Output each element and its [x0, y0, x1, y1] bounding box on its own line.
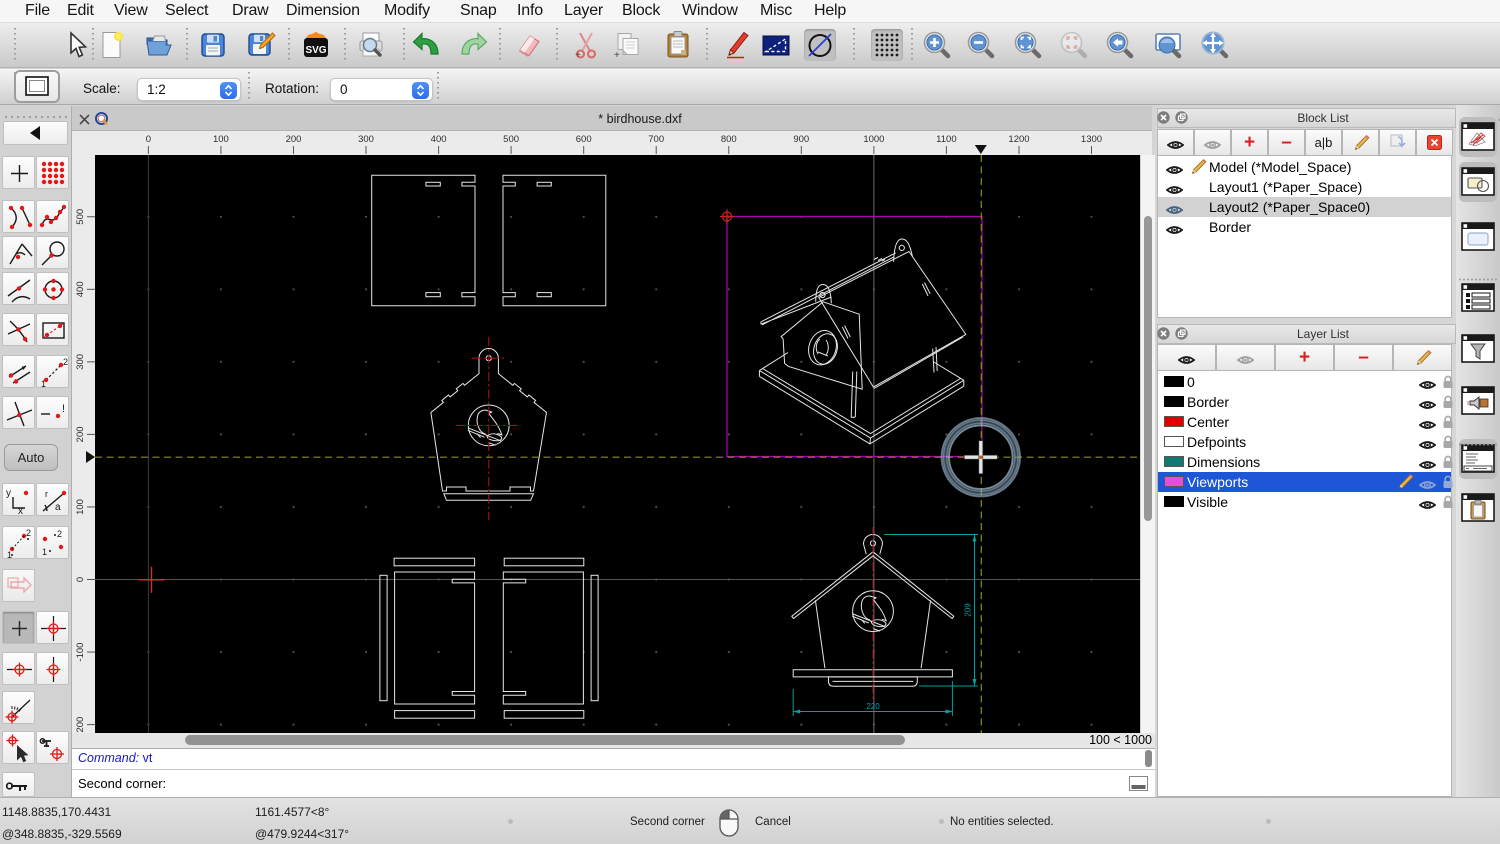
svg-text:1: 1	[42, 547, 47, 557]
svg-text:-100: -100	[75, 643, 86, 662]
svg-text:1: 1	[41, 379, 46, 389]
svg-text:400: 400	[75, 281, 86, 297]
svg-text:1300: 1300	[1081, 134, 1102, 145]
svg-text:2: 2	[57, 529, 62, 539]
svg-text:!: !	[62, 403, 65, 415]
svg-text:1000: 1000	[863, 134, 884, 145]
svg-text:2: 2	[26, 528, 31, 538]
svg-text:SVG: SVG	[305, 45, 326, 56]
svg-text:1100: 1100	[936, 134, 956, 145]
svg-text:700: 700	[648, 134, 664, 145]
svg-text:300: 300	[358, 134, 374, 145]
svg-text:0: 0	[146, 134, 151, 145]
svg-text:220: 220	[866, 702, 880, 711]
svg-text:500: 500	[503, 134, 519, 145]
svg-text:0: 0	[75, 577, 86, 582]
svg-text:a: a	[55, 502, 61, 513]
svg-text:100: 100	[213, 134, 229, 145]
svg-text:200: 200	[75, 717, 86, 733]
svg-text:300: 300	[75, 354, 86, 370]
svg-text:800: 800	[721, 134, 737, 145]
svg-text:200: 200	[286, 134, 302, 145]
svg-text:500: 500	[75, 209, 86, 225]
svg-text:400: 400	[431, 134, 447, 145]
svg-text:+: +	[575, 50, 581, 61]
svg-text:900: 900	[793, 134, 809, 145]
svg-text:2: 2	[63, 357, 68, 367]
svg-text:600: 600	[576, 134, 592, 145]
svg-text:1200: 1200	[1008, 134, 1029, 145]
svg-text:+: +	[614, 50, 620, 61]
svg-text:200: 200	[75, 426, 86, 442]
svg-text:y: y	[6, 488, 11, 499]
svg-text:r: r	[45, 489, 48, 499]
svg-text:209: 209	[964, 603, 973, 617]
svg-text:100: 100	[75, 499, 86, 515]
